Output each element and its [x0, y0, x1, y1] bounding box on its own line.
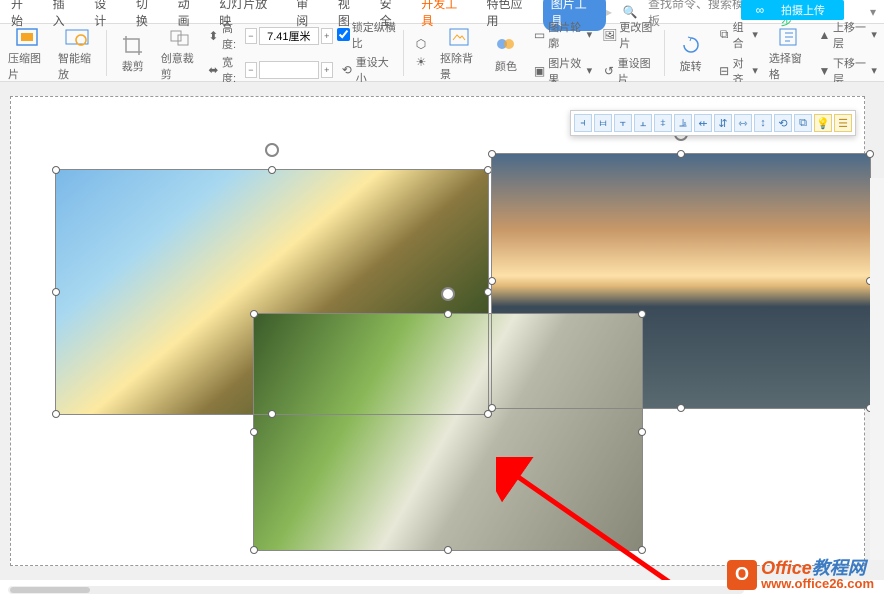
- align-center-h-icon[interactable]: ⧦: [594, 114, 612, 132]
- lasso-icon: ⬡: [413, 37, 429, 51]
- width-input[interactable]: [259, 61, 319, 79]
- pic-effect-icon: ▣: [533, 64, 546, 78]
- smartzoom-button[interactable]: 智能缩放: [54, 22, 100, 84]
- combine-icon: ⧉: [718, 28, 731, 42]
- align-left-icon[interactable]: ⫞: [574, 114, 592, 132]
- dist-h-icon[interactable]: ⇷: [694, 114, 712, 132]
- crop-button[interactable]: 裁剪: [113, 30, 153, 76]
- ribbon-separator: [106, 30, 107, 76]
- pic-outline-icon: ▭: [533, 28, 546, 42]
- help-icon[interactable]: ▾: [864, 5, 882, 19]
- watermark-title: Office教程网: [761, 559, 874, 577]
- lock-ratio-input[interactable]: [337, 28, 350, 41]
- height-inc[interactable]: +: [321, 28, 333, 44]
- slide[interactable]: [10, 96, 865, 566]
- height-dec[interactable]: −: [245, 28, 257, 44]
- scrollbar-vertical[interactable]: [870, 178, 884, 560]
- send-back-icon: ▼: [818, 64, 831, 78]
- color-icon: [490, 32, 522, 58]
- bring-fwd-icon: ▲: [818, 28, 831, 42]
- remove-bg-icon: [443, 24, 475, 50]
- equal-width-icon[interactable]: ⇿: [734, 114, 752, 132]
- ribbon-separator: [664, 30, 665, 76]
- float-align-toolbar: ⫞ ⧦ ⫟ ⫠ ⧧ ⫡ ⇷ ⇵ ⇿ ↕ ⟲ ⧉ 💡 ☰: [570, 110, 856, 136]
- compress-icon: [11, 24, 43, 50]
- rotate-button[interactable]: 旋转: [671, 30, 711, 76]
- creative-crop-button[interactable]: 创意裁剪: [157, 22, 203, 84]
- bring-forward-button[interactable]: ▲ 上移一层▾: [815, 18, 880, 52]
- align-bottom-icon[interactable]: ⫡: [674, 114, 692, 132]
- width-label: 宽度:: [222, 54, 243, 86]
- width-icon: ⬌: [207, 63, 220, 77]
- scrollbar-horizontal[interactable]: [8, 586, 744, 594]
- select-pane-icon: [772, 24, 804, 50]
- color-button[interactable]: 颜色: [486, 30, 526, 76]
- watermark-url: www.office26.com: [761, 577, 874, 590]
- rotate-icon[interactable]: ⟲: [774, 114, 792, 132]
- remove-bg-button[interactable]: 抠除背景: [436, 22, 482, 84]
- dist-v-icon[interactable]: ⇵: [714, 114, 732, 132]
- reset-pic-icon: ↺: [602, 64, 616, 78]
- scrollbar-thumb[interactable]: [10, 587, 90, 593]
- change-pic-button[interactable]: 🖼 更改图片: [599, 18, 658, 52]
- lasso-button[interactable]: ⬡: [410, 36, 432, 52]
- brightness-icon: ☀: [413, 55, 429, 69]
- ribbon-toolbar: 压缩图片 智能缩放 裁剪 创意裁剪 ⬍ 高度: − + ⬌ 宽度: −: [0, 24, 884, 82]
- height-label: 高度:: [222, 20, 243, 52]
- align-top-icon[interactable]: ⫠: [634, 114, 652, 132]
- reset-size-icon: ⟲: [340, 63, 354, 77]
- select-pane-button[interactable]: 选择窗格: [765, 22, 811, 84]
- size-controls: ⬍ 高度: − + ⬌ 宽度: − +: [207, 20, 333, 86]
- rotate-icon: [675, 32, 707, 58]
- rotate-handle[interactable]: [265, 143, 279, 157]
- watermark-logo: O: [727, 560, 757, 590]
- combine-button[interactable]: ⧉ 组合▾: [715, 18, 761, 52]
- slide-canvas[interactable]: [0, 82, 884, 580]
- align-right-icon[interactable]: ⫟: [614, 114, 632, 132]
- crop-icon: [117, 32, 149, 58]
- align-icon: ⊟: [718, 64, 731, 78]
- change-pic-icon: 🖼: [602, 28, 617, 42]
- brightness-button[interactable]: ☀: [410, 54, 432, 70]
- align-center-v-icon[interactable]: ⧧: [654, 114, 672, 132]
- ribbon-separator: [403, 30, 404, 76]
- height-icon: ⬍: [207, 29, 220, 43]
- upload-button[interactable]: ∞ 拍摄上传: [741, 0, 844, 20]
- compress-button[interactable]: 压缩图片: [4, 22, 50, 84]
- pic-outline-button[interactable]: ▭ 图片轮廓▾: [530, 18, 595, 52]
- height-input[interactable]: [259, 27, 319, 45]
- more-icon[interactable]: ☰: [834, 114, 852, 132]
- width-inc[interactable]: +: [321, 62, 333, 78]
- equal-height-icon[interactable]: ↕: [754, 114, 772, 132]
- group-icon[interactable]: ⧉: [794, 114, 812, 132]
- lock-ratio-checkbox[interactable]: 锁定纵横比: [337, 19, 397, 51]
- search-icon: 🔍: [621, 5, 639, 19]
- image-cat[interactable]: [253, 313, 643, 551]
- watermark: O Office教程网 www.office26.com: [727, 559, 874, 590]
- smartzoom-icon: [61, 24, 93, 50]
- creative-crop-icon: [164, 24, 196, 50]
- lightbulb-icon[interactable]: 💡: [814, 114, 832, 132]
- width-dec[interactable]: −: [245, 62, 257, 78]
- link-icon: ∞: [751, 3, 769, 17]
